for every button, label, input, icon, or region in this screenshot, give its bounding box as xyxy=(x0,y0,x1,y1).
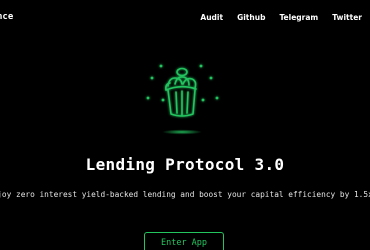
hero-subtitle: joy zero interest yield-backed lending a… xyxy=(0,190,370,199)
landing-page: nce Audit Github Telegram Twitter xyxy=(0,0,370,250)
nav-link-github[interactable]: Github xyxy=(237,13,265,22)
top-nav: Audit Github Telegram Twitter xyxy=(200,13,362,22)
brand-logo-text[interactable]: nce xyxy=(0,12,13,22)
nav-link-audit[interactable]: Audit xyxy=(200,13,223,22)
glowing-hand-coin-icon xyxy=(135,60,225,140)
enter-app-button[interactable]: Enter App xyxy=(144,232,224,250)
nav-link-twitter[interactable]: Twitter xyxy=(332,13,362,22)
nav-link-telegram[interactable]: Telegram xyxy=(279,13,318,22)
page-title: Lending Protocol 3.0 xyxy=(85,155,285,174)
